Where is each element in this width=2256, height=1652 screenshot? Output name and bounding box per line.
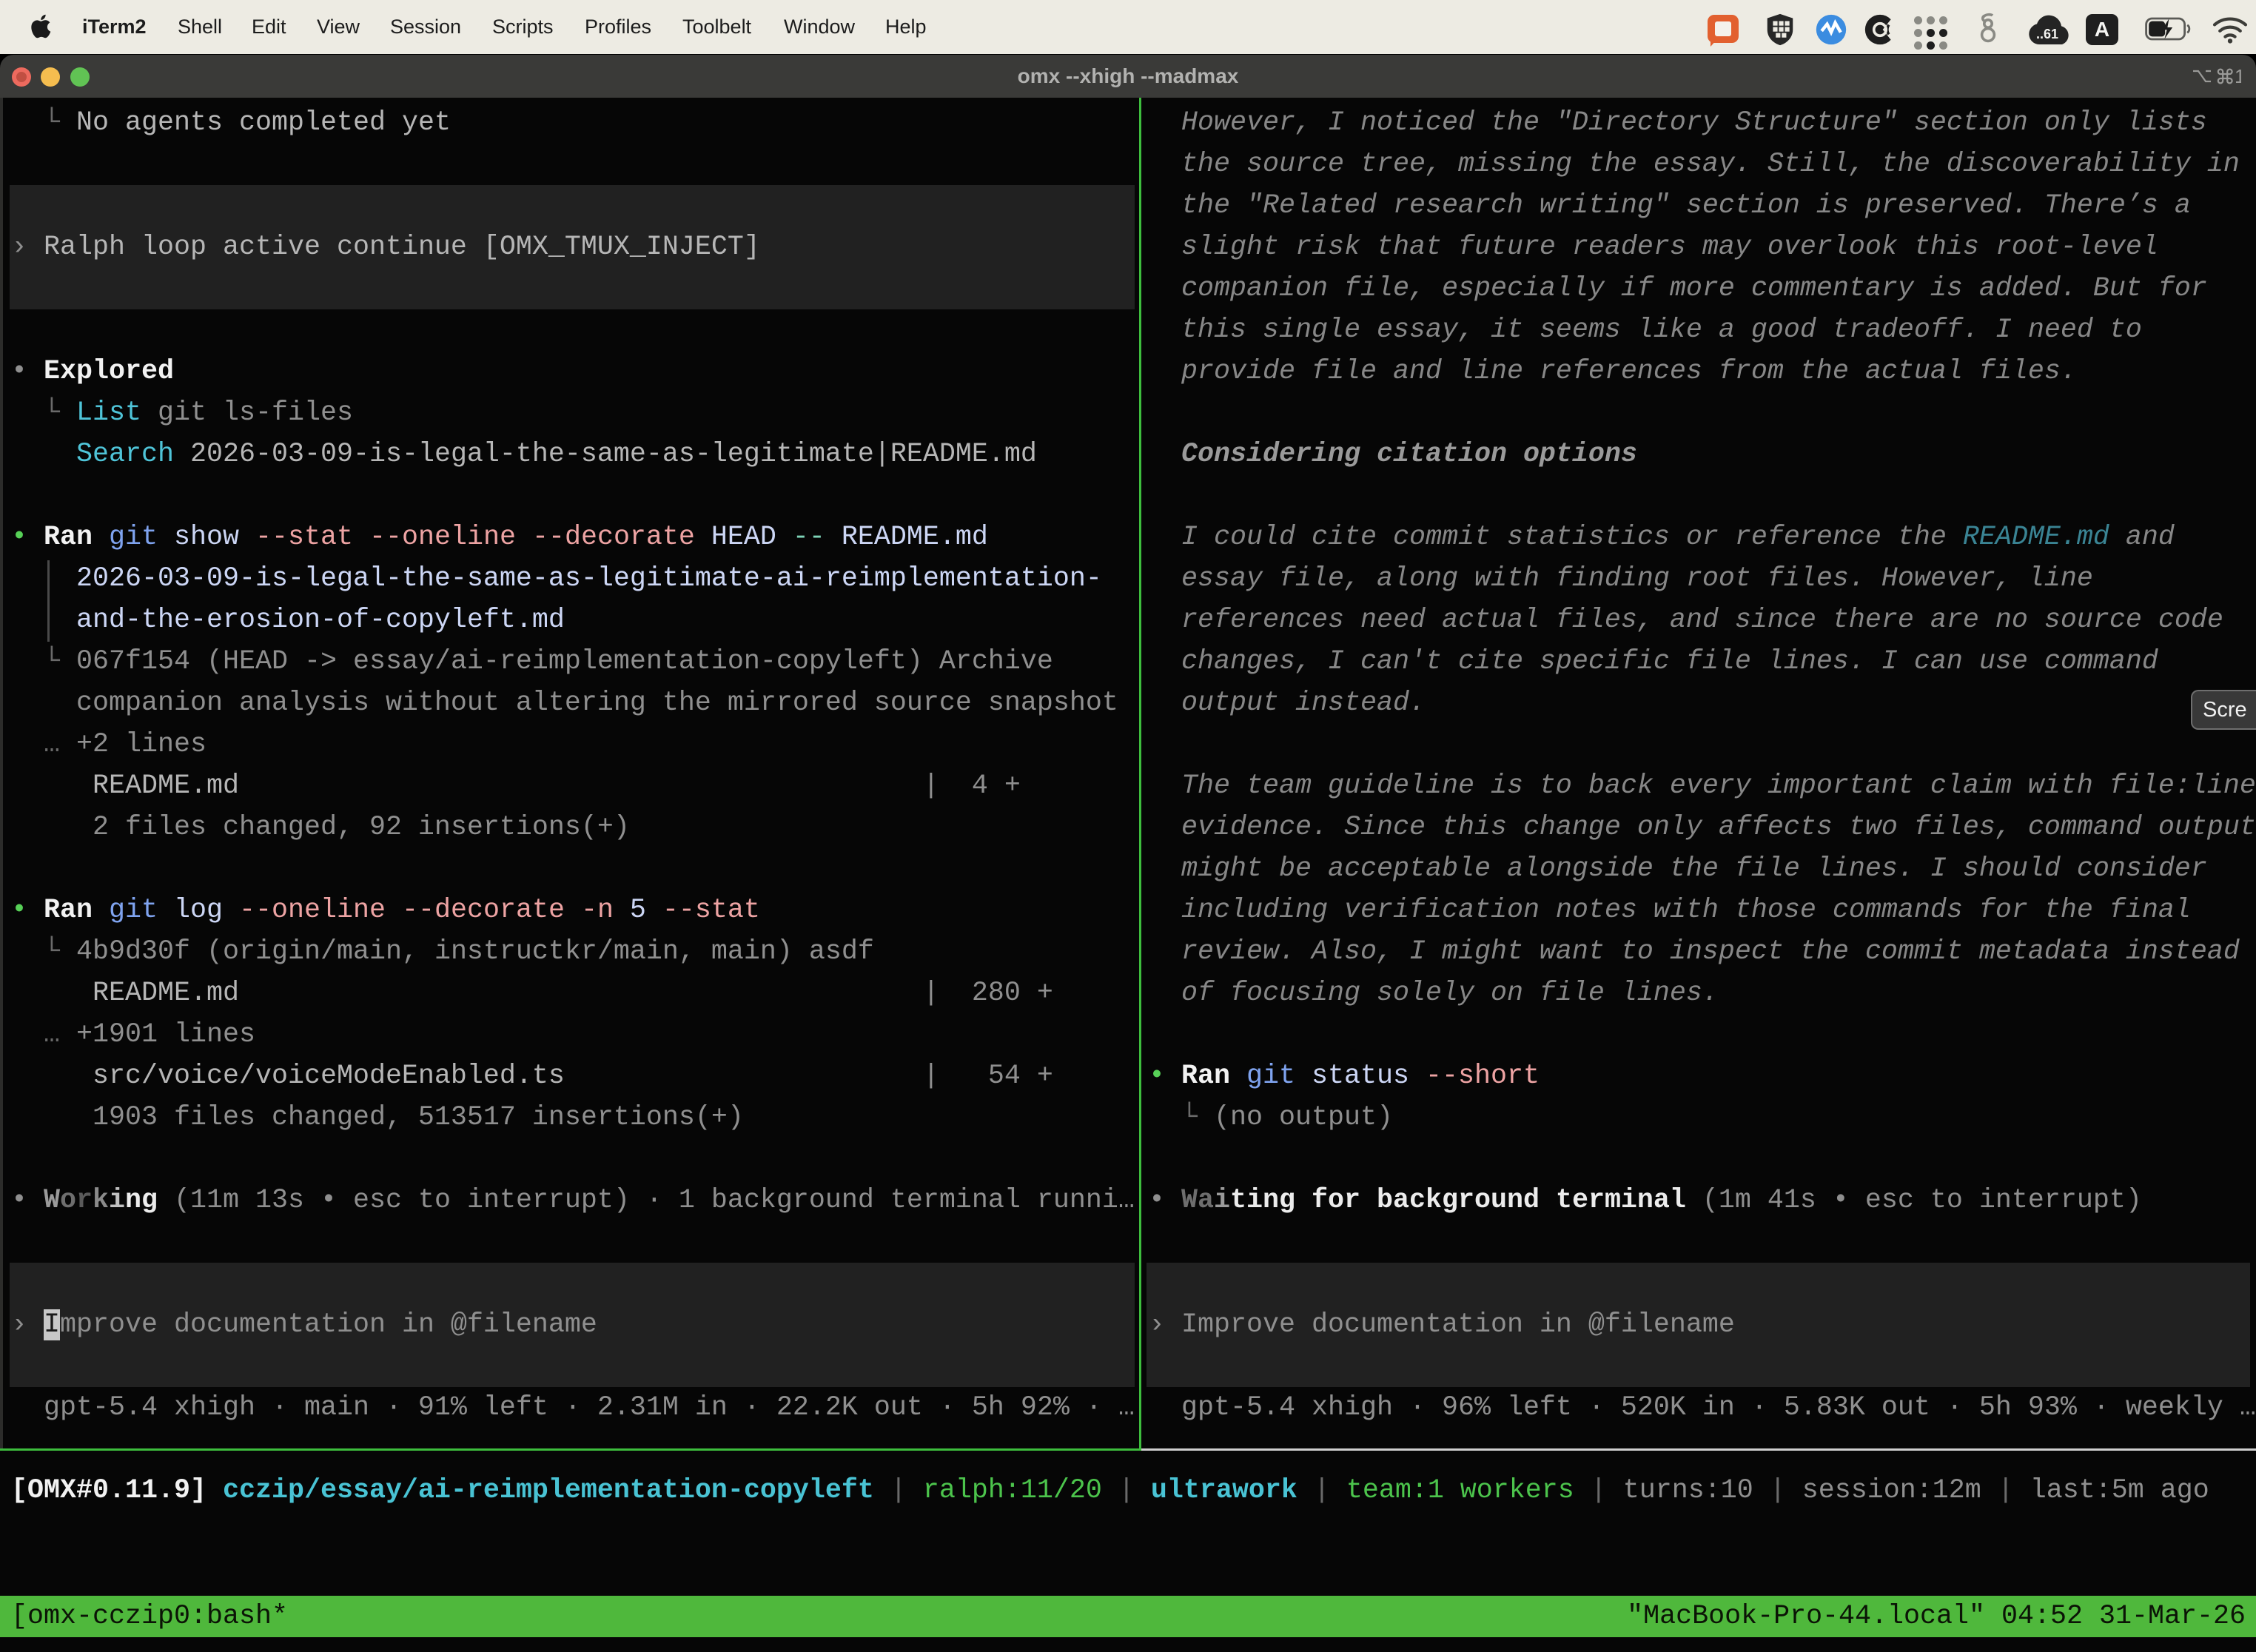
svg-text:..61: ..61 xyxy=(2036,27,2058,41)
svg-text:1: 1 xyxy=(2235,66,2241,87)
